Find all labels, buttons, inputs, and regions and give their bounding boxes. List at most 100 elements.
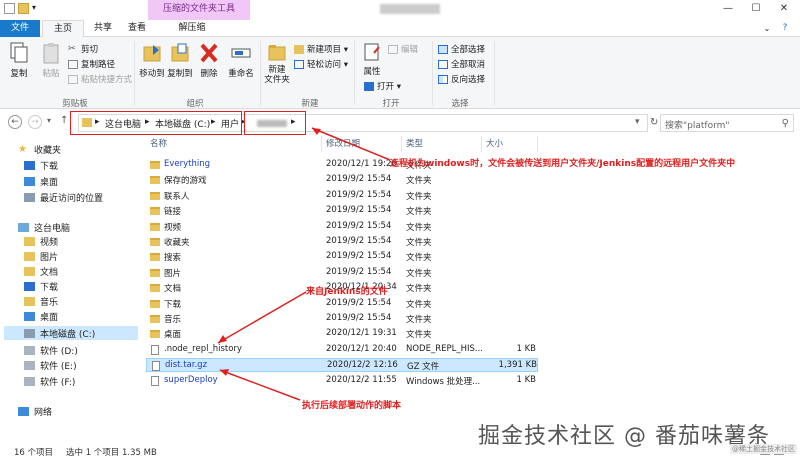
column-header-date[interactable]: 修改日期 (322, 136, 402, 152)
table-row[interactable]: 下载 2019/9/2 15:54 文件夹 (146, 297, 538, 311)
paste-button[interactable]: 粘贴 (36, 41, 66, 79)
network-icon (18, 406, 29, 416)
invert-selection-button[interactable]: 反向选择 (438, 73, 485, 85)
folder-icon (150, 161, 160, 169)
new-folder-icon (268, 45, 286, 61)
paste-shortcut-label: 粘贴快捷方式 (81, 75, 133, 85)
select-none-button[interactable]: 全部取消 (438, 58, 485, 70)
file-size: 1 KB (516, 343, 536, 354)
nav-drive-f-label: 软件 (F:) (40, 377, 76, 388)
desktop-icon (24, 176, 35, 186)
status-selection: 选中 1 个项目 1.35 MB (66, 448, 157, 458)
table-row[interactable]: 联系人 2019/9/2 15:54 文件夹 (146, 189, 538, 203)
edit-button[interactable]: 编辑 (388, 43, 418, 55)
new-folder-button[interactable]: 新建 文件夹 (262, 41, 292, 85)
table-row[interactable]: 图片 2019/9/2 15:54 文件夹 (146, 266, 538, 280)
file-type: NODE_REPL_HIS... (406, 343, 484, 354)
select-none-icon (438, 59, 448, 69)
maximize-button[interactable]: ☐ (742, 0, 770, 18)
annotation-deploy-script: 执行后续部署动作的脚本 (302, 401, 402, 411)
minimize-button[interactable]: — (714, 0, 742, 18)
rename-label: 重命名 (228, 69, 254, 79)
table-row[interactable]: 桌面 2020/12/1 19:31 文件夹 (146, 327, 538, 341)
table-row[interactable]: 链接 2019/9/2 15:54 文件夹 (146, 204, 538, 218)
refresh-icon[interactable]: ↻ (650, 117, 658, 128)
cut-label: 剪切 (81, 45, 99, 55)
new-folder-label: 新建 文件夹 (264, 65, 290, 85)
help-icon[interactable]: ? (778, 20, 792, 37)
up-arrow-icon[interactable]: ↑ (60, 115, 68, 126)
nav-pictures-label: 图片 (40, 252, 59, 263)
table-row[interactable]: dist.tar.gz 2020/12/2 12:16 GZ 文件 1,391 KB (146, 358, 538, 373)
quick-access-toolbar: ▾ (4, 3, 43, 14)
tab-share[interactable]: 共享 (84, 20, 122, 37)
new-item-label: 新建项目 ▾ (307, 45, 348, 55)
recent-locations-icon[interactable]: ▾ (47, 116, 51, 125)
watermark: 掘金技术社区 @ 番茄味薯条 (478, 424, 770, 449)
table-row[interactable]: 保存的游戏 2019/9/2 15:54 文件夹 (146, 173, 538, 187)
chevron-down-icon[interactable]: ▾ (635, 117, 640, 127)
select-all-button[interactable]: 全部选择 (438, 43, 485, 55)
back-button[interactable]: ← (8, 115, 22, 129)
file-name: 链接 (164, 207, 182, 218)
copy-label: 复制 (10, 69, 28, 79)
tab-file[interactable]: 文件 (0, 20, 40, 37)
annotation-remote-dest: 远程机为windows时，文件会被传送到用户文件夹/Jenkins配置的远程用户… (390, 159, 736, 169)
table-row[interactable]: 搜索 2019/9/2 15:54 文件夹 (146, 250, 538, 264)
recent-places-icon (24, 192, 35, 202)
move-to-button[interactable]: 移动到 (138, 41, 166, 79)
paste-shortcut-button[interactable]: 粘贴快捷方式 (68, 73, 132, 85)
navigation-pane: ★ 收藏夹 下载 桌面 最近访问的位置 这台电脑 视频 图片 文档 下载 音乐 桌… (0, 136, 140, 442)
copy-button[interactable]: 复制 (4, 41, 34, 79)
nav-local-c[interactable]: 本地磁盘 (C:) (4, 326, 138, 340)
properties-button[interactable]: 属性 (358, 41, 386, 77)
file-name: 视频 (164, 222, 182, 233)
properties-icon[interactable] (4, 3, 15, 14)
delete-button[interactable]: 删除 (198, 41, 220, 79)
tab-home[interactable]: 主页 (42, 20, 84, 37)
copy-path-button[interactable]: 复制路径 (68, 58, 115, 70)
copy-path-icon (68, 59, 78, 69)
table-row[interactable]: 收藏夹 2019/9/2 15:54 文件夹 (146, 235, 538, 249)
easy-access-button[interactable]: 轻松访问 ▾ (294, 58, 348, 70)
chevron-down-icon[interactable]: ⌄ (760, 20, 774, 37)
watermark-small: @稀土掘金技术社区 (730, 444, 797, 454)
invert-selection-icon (438, 74, 448, 84)
column-header-type[interactable]: 类型 (402, 136, 482, 152)
annotation-jenkins-file: 来自Jenkins的文件 (306, 287, 388, 297)
new-folder-icon[interactable] (18, 3, 29, 14)
chevron-down-icon[interactable]: ▾ (32, 3, 43, 14)
file-type: 文件夹 (406, 268, 432, 279)
nav-favorites[interactable]: ★ 收藏夹 (18, 142, 156, 156)
tab-extract[interactable]: 解压缩 (162, 20, 222, 37)
download-icon (24, 281, 35, 291)
nav-downloads-label: 下载 (40, 161, 59, 172)
tab-view[interactable]: 查看 (118, 20, 156, 37)
table-row[interactable]: 视频 2019/9/2 15:54 文件夹 (146, 220, 538, 234)
cut-button[interactable]: ✂ 剪切 (68, 43, 98, 55)
new-item-button[interactable]: 新建项目 ▾ (294, 43, 348, 55)
close-button[interactable]: ✕ (770, 0, 798, 18)
file-name: 桌面 (164, 330, 182, 341)
file-name: 联系人 (164, 191, 190, 202)
nav-music-label: 音乐 (40, 297, 59, 308)
forward-button[interactable]: → (28, 115, 42, 129)
column-header-size[interactable]: 大小 (482, 136, 538, 152)
file-icon (152, 361, 160, 372)
folder-icon (150, 238, 160, 246)
column-header-name[interactable]: 名称 (146, 136, 322, 152)
search-input[interactable]: 搜索"platform" ⚲ (660, 114, 794, 132)
nav-network[interactable]: 网络 (18, 404, 156, 418)
title-bar: ▾ 压缩的文件夹工具 — ☐ ✕ (0, 0, 800, 20)
music-icon (24, 296, 35, 306)
open-button[interactable]: 打开 ▾ (364, 80, 401, 92)
search-icon[interactable]: ⚲ (782, 118, 789, 129)
nav-drive-d-label: 软件 (D:) (40, 346, 78, 357)
table-row[interactable]: .node_repl_history 2020/12/1 20:40 NODE_RE… (146, 343, 538, 357)
nav-this-pc[interactable]: 这台电脑 (18, 220, 156, 234)
table-row[interactable]: superDeploy 2020/12/2 11:55 Windows 批处理...… (146, 374, 538, 388)
file-type: Windows 批处理... (406, 376, 481, 387)
copy-to-button[interactable]: 复制到 (166, 41, 194, 79)
table-row[interactable]: 音乐 2019/9/2 15:54 文件夹 (146, 312, 538, 326)
rename-button[interactable]: 重命名 (226, 41, 256, 79)
